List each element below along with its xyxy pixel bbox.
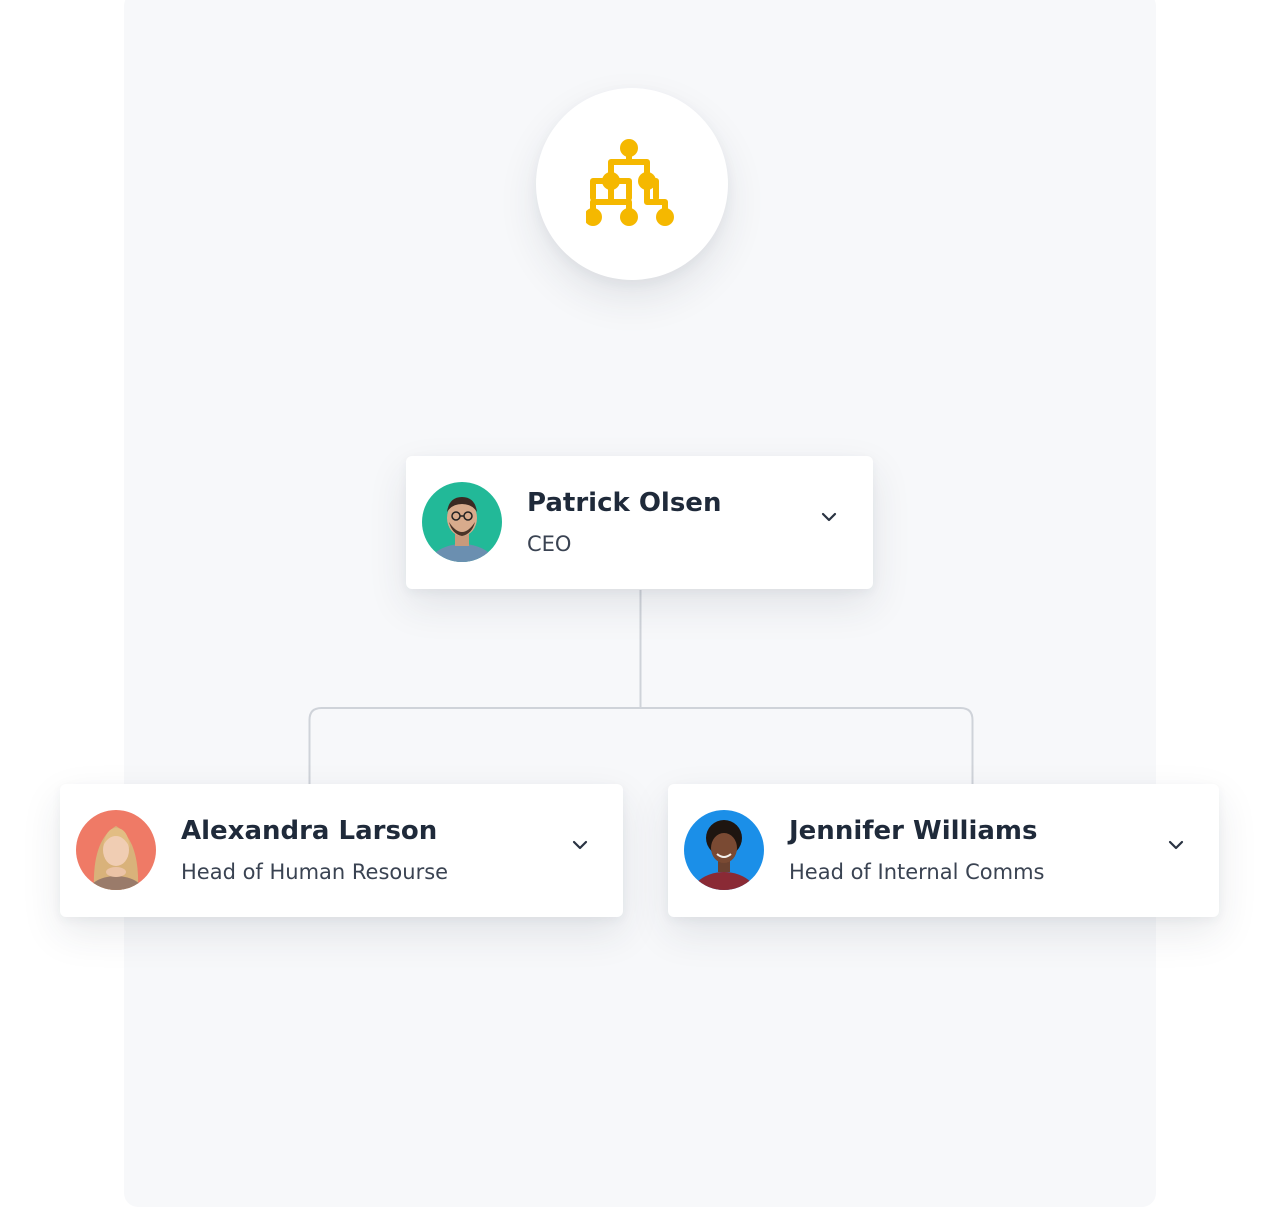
avatar [422,482,502,562]
expand-button[interactable] [570,835,590,855]
org-chart-icon [586,139,674,226]
employee-name: Jennifer Williams [789,816,1038,846]
chevron-down-icon [821,512,837,522]
employee-role: CEO [527,532,572,556]
org-chart-badge [536,88,728,280]
employee-role: Head of Internal Comms [789,860,1045,884]
employee-card-comms[interactable]: Jennifer Williams Head of Internal Comms [668,784,1219,917]
org-chart-stage: Patrick Olsen CEO Alexandra Larson Head … [0,0,1280,1208]
employee-role: Head of Human Resourse [181,860,449,884]
employee-name: Alexandra Larson [181,816,438,846]
employee-card-ceo[interactable]: Patrick Olsen CEO [406,456,873,589]
avatar [684,810,764,890]
employee-name: Patrick Olsen [527,488,722,518]
expand-button[interactable] [819,507,839,527]
avatar [76,810,156,890]
chevron-down-icon [572,840,588,850]
expand-button[interactable] [1166,835,1186,855]
chevron-down-icon [1168,840,1184,850]
employee-card-hr[interactable]: Alexandra Larson Head of Human Resourse [60,784,623,917]
